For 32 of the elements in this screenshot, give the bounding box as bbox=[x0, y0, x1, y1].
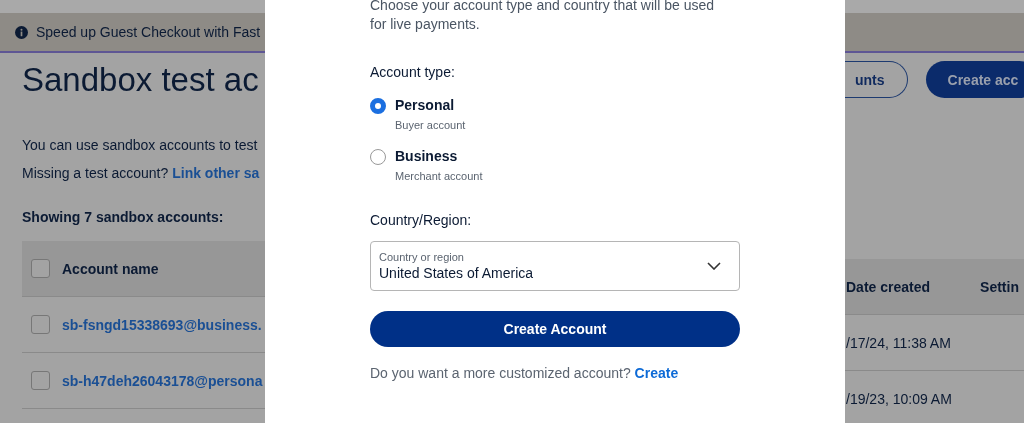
radio-button[interactable] bbox=[370, 98, 386, 114]
row-checkbox[interactable] bbox=[31, 315, 50, 334]
info-icon bbox=[15, 25, 28, 39]
select-all-checkbox[interactable] bbox=[31, 259, 50, 278]
table-cell: /17/24, 11:38 AM bbox=[846, 334, 951, 351]
footer-text: Do you want a more customized account? bbox=[370, 365, 631, 381]
create-link[interactable]: Create bbox=[634, 365, 679, 381]
account-link[interactable]: sb-fsngd15338693@business. bbox=[62, 316, 262, 333]
country-select[interactable]: Country or region United States of America bbox=[370, 241, 740, 291]
option-title: Personal bbox=[395, 97, 456, 113]
accounts-count: Showing 7 sandbox accounts: bbox=[22, 209, 225, 225]
option-subtitle: Merchant account bbox=[395, 170, 483, 182]
create-account-button[interactable]: Create Account bbox=[370, 311, 740, 347]
chevron-down-icon bbox=[707, 262, 721, 270]
table-cell: /19/23, 10:09 AM bbox=[846, 390, 952, 407]
banner-text: Speed up Guest Checkout with Fast bbox=[36, 24, 261, 40]
row-checkbox[interactable] bbox=[31, 371, 50, 390]
intro-text: You can use sandbox accounts to test bbox=[22, 137, 259, 153]
page-title: Sandbox test ac bbox=[22, 61, 260, 99]
country-label: Country/Region: bbox=[370, 212, 473, 228]
missing-text: Missing a test account? bbox=[22, 165, 169, 181]
column-header: Settin bbox=[980, 278, 1019, 295]
radio-button[interactable] bbox=[370, 149, 386, 165]
option-title: Business bbox=[395, 148, 459, 164]
link-accounts-link[interactable]: Link other sa bbox=[172, 165, 260, 181]
account-link[interactable]: sb-h47deh26043178@persona bbox=[62, 372, 263, 389]
create-account-button[interactable]: Create acc bbox=[925, 61, 1024, 98]
column-header: Account name bbox=[62, 260, 159, 277]
option-subtitle: Buyer account bbox=[395, 119, 466, 131]
column-header: Date created bbox=[846, 278, 931, 295]
dialog-description: Choose your account type and country that will be used for live payments. bbox=[370, 0, 715, 34]
account-type-label: Account type: bbox=[370, 64, 456, 80]
